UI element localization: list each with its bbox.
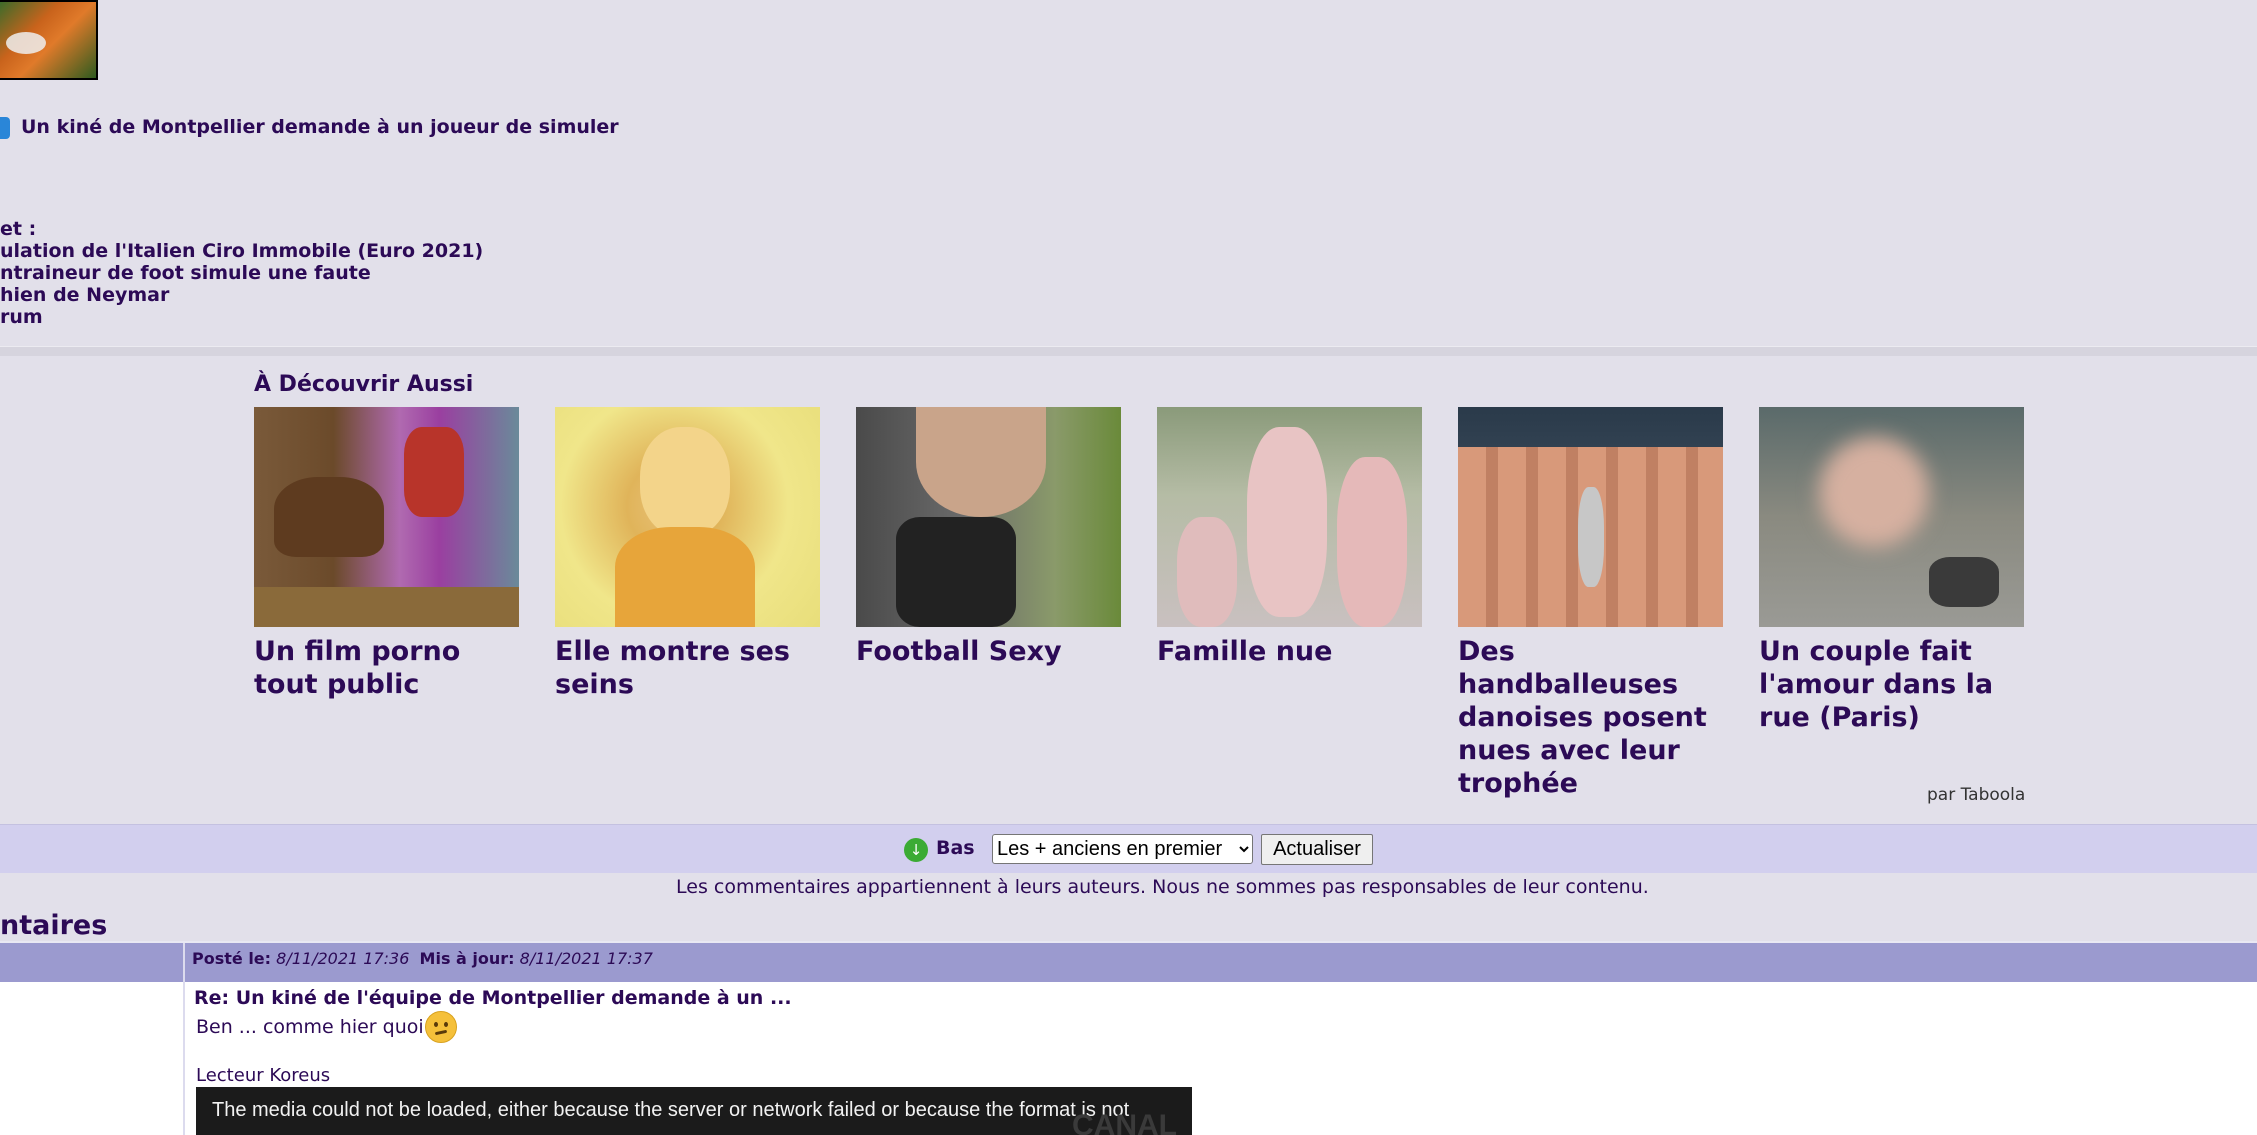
posted-date: 8/11/2021 17:36 [276, 949, 410, 968]
posted-label: Posté le: [192, 949, 272, 968]
related-list: et : ulation de l'Italien Ciro Immobile … [0, 218, 483, 328]
column-divider [183, 943, 185, 982]
card-title[interactable]: Famille nue [1157, 635, 1422, 668]
top-article-link[interactable]: Un kiné de Montpellier demande à un joue… [21, 116, 619, 138]
card-title[interactable]: Des handballeuses danoises posent nues a… [1458, 635, 1723, 800]
discover-title: À Découvrir Aussi [254, 372, 474, 397]
arrow-icon [0, 117, 10, 139]
discover-card[interactable]: Football Sexy [856, 407, 1121, 668]
comment-title: Re: Un kiné de l'équipe de Montpellier d… [194, 987, 792, 1009]
card-title[interactable]: Un film porno tout public [254, 635, 519, 701]
related-link[interactable]: rum [0, 306, 483, 328]
comment-meta: Posté le: 8/11/2021 17:36 Mis à jour: 8/… [192, 949, 653, 968]
card-title[interactable]: Elle montre ses seins [555, 635, 820, 701]
related-link[interactable]: ulation de l'Italien Ciro Immobile (Euro… [0, 240, 483, 262]
sort-order-select[interactable]: Les + anciens en premier [992, 834, 1253, 864]
arrow-down-icon[interactable]: ↓ [904, 838, 928, 862]
confused-emoji-icon [425, 1011, 457, 1043]
card-title[interactable]: Football Sexy [856, 635, 1121, 668]
column-divider [183, 982, 185, 1135]
discover-card[interactable]: Famille nue [1157, 407, 1422, 668]
card-image[interactable] [555, 407, 820, 627]
disclaimer-text: Les commentaires appartiennent à leurs a… [676, 876, 1649, 898]
section-separator [0, 346, 2257, 356]
related-label: et : [0, 218, 37, 240]
related-link[interactable]: hien de Neymar [0, 284, 483, 306]
article-thumbnail[interactable] [0, 0, 98, 80]
card-image[interactable] [1458, 407, 1723, 627]
comments-heading: ntaires [0, 910, 108, 941]
discover-card[interactable]: Un film porno tout public [254, 407, 519, 701]
card-image[interactable] [1759, 407, 2024, 627]
related-link[interactable]: ntraineur de foot simule une faute [0, 262, 483, 284]
updated-date: 8/11/2021 17:37 [519, 949, 653, 968]
updated-label: Mis à jour: [419, 949, 515, 968]
comment-author: Lecteur Koreus [196, 1065, 331, 1086]
video-player[interactable]: The media could not be loaded, either be… [196, 1087, 1192, 1135]
card-title[interactable]: Un couple fait l'amour dans la rue (Pari… [1759, 635, 2024, 734]
down-link[interactable]: Bas [936, 837, 975, 859]
card-image[interactable] [254, 407, 519, 627]
refresh-button[interactable]: Actualiser [1261, 834, 1373, 865]
comment-text: Ben ... comme hier quoi [196, 1016, 424, 1038]
discover-card[interactable]: Un couple fait l'amour dans la rue (Pari… [1759, 407, 2024, 734]
card-image[interactable] [1157, 407, 1422, 627]
canal-watermark: CANAL [1072, 1109, 1177, 1135]
media-error-message: The media could not be loaded, either be… [212, 1099, 1130, 1121]
discover-card[interactable]: Des handballeuses danoises posent nues a… [1458, 407, 1723, 800]
discover-card[interactable]: Elle montre ses seins [555, 407, 820, 701]
taboola-attribution[interactable]: par Taboola [1927, 785, 2025, 805]
card-image[interactable] [856, 407, 1121, 627]
